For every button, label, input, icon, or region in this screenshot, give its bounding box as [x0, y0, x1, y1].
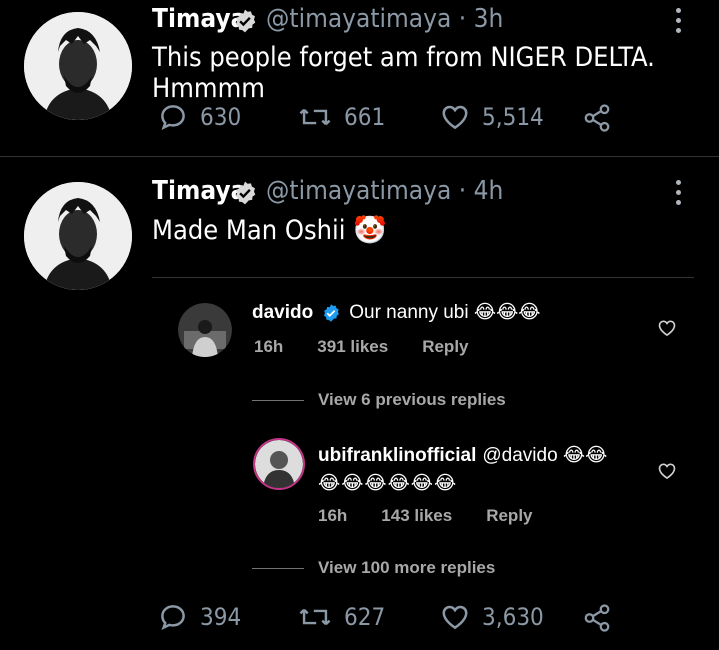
share-icon[interactable] [582, 103, 612, 133]
commenter-username[interactable]: davido [252, 302, 313, 324]
tweet-text: Made Man Oshii 🤡 [152, 215, 387, 246]
verified-badge-icon [324, 303, 340, 322]
verified-badge-icon [235, 181, 256, 205]
reply-like-icon[interactable] [657, 461, 677, 481]
tweet-text: This people forget am from NIGER DELTA. … [152, 42, 655, 104]
reply-count: 394 [200, 603, 242, 631]
verified-badge-icon [235, 9, 256, 33]
retweet-action[interactable]: 627 [298, 602, 385, 632]
heart-icon [442, 105, 468, 130]
image-top-divider [152, 277, 694, 278]
replies-line [252, 567, 304, 569]
like-count: 3,630 [482, 603, 544, 631]
retweet-icon [299, 608, 331, 626]
reply-reply-button[interactable]: Reply [486, 506, 532, 526]
reply-count: 630 [200, 103, 242, 131]
comment-like-icon[interactable] [657, 318, 677, 338]
tweet-handle-time[interactable]: @timayatimaya · 3h [266, 4, 503, 34]
tweet-divider [0, 156, 719, 157]
view-previous-label: View 6 previous replies [318, 390, 506, 409]
like-action[interactable]: 3,630 [440, 602, 544, 632]
comment-likes[interactable]: 391 likes [317, 337, 388, 357]
share-icon[interactable] [582, 603, 612, 633]
view-more-replies[interactable]: View 100 more replies [252, 558, 495, 578]
retweet-icon [299, 108, 331, 126]
retweet-count: 661 [344, 103, 386, 131]
commenter-avatar-davido[interactable] [178, 303, 232, 357]
reply-likes[interactable]: 143 likes [381, 506, 452, 526]
reply-action[interactable]: 630 [158, 102, 241, 132]
profile-avatar-timaya[interactable] [24, 12, 132, 120]
replier-username[interactable]: ubifranklinofficial [318, 445, 476, 467]
more-options-icon[interactable] [676, 8, 684, 38]
reply-text-continued: 😂😂😂😂😂😂 [318, 473, 458, 494]
replies-line [252, 399, 304, 401]
reply-action[interactable]: 394 [158, 602, 241, 632]
like-action[interactable]: 5,514 [440, 102, 544, 132]
heart-icon [442, 605, 468, 630]
like-count: 5,514 [482, 103, 544, 131]
view-more-label: View 100 more replies [318, 558, 496, 577]
retweet-action[interactable]: 661 [298, 102, 385, 132]
reply-text: @davido 😂😂 [482, 445, 608, 466]
reply-icon [161, 605, 185, 631]
more-options-icon[interactable] [676, 180, 684, 210]
retweet-count: 627 [344, 603, 386, 631]
reply-time: 16h [318, 506, 348, 525]
replier-avatar-ubifranklin[interactable] [253, 438, 305, 490]
reply-icon [161, 105, 185, 131]
profile-avatar-timaya[interactable] [24, 182, 132, 290]
view-previous-replies[interactable]: View 6 previous replies [252, 390, 506, 410]
comment-reply-button[interactable]: Reply [422, 337, 468, 357]
comment-time: 16h [254, 337, 284, 356]
tweet-handle-time[interactable]: @timayatimaya · 4h [266, 176, 503, 206]
comment-text: Our nanny ubi 😂😂😂 [349, 302, 541, 323]
